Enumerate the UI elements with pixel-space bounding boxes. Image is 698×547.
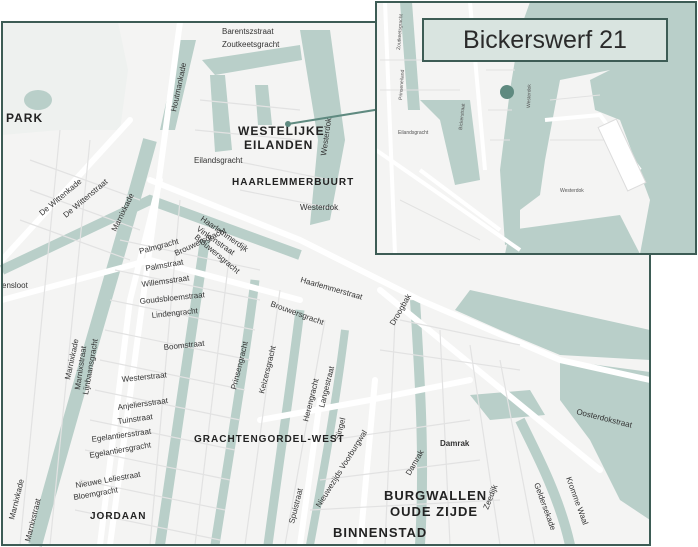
inset-street-label: Westerdok: [526, 84, 533, 109]
street-label: Damrak: [440, 439, 470, 448]
address-label: Bickerswerf 21: [463, 25, 627, 54]
street-label: Zoutkeetsgracht: [222, 40, 280, 49]
origin-dot: [285, 121, 291, 127]
district-label-grachtengordel-west: GRACHTENGORDEL-WEST: [194, 434, 345, 445]
district-label-binnenstad: BINNENSTAD: [333, 525, 427, 540]
map-canvas[interactable]: PARK WESTELIJKE EILANDEN HAARLEMMERBUURT…: [0, 0, 698, 547]
district-label-jordaan: JORDAAN: [90, 511, 146, 522]
district-label-oude-zijde: OUDE ZIJDE: [390, 504, 478, 519]
district-label-park: PARK: [6, 111, 43, 125]
district-label-eilanden: EILANDEN: [244, 138, 313, 152]
street-label: Westerdok: [300, 203, 339, 212]
park-pond: [24, 90, 52, 110]
street-label: Eilandsgracht: [194, 156, 243, 165]
address-callout: Bickerswerf 21: [422, 18, 668, 62]
district-label-haarlemmerbuurt: HAARLEMMERBUURT: [232, 177, 354, 188]
location-dot-icon[interactable]: [500, 85, 514, 99]
district-label-burgwallen: BURGWALLEN: [384, 488, 487, 503]
inset-street-label: Eilandsgracht: [398, 130, 429, 136]
street-label: ensloot: [2, 281, 29, 290]
street-label: Barentszstraat: [222, 27, 274, 36]
district-label-westelijke: WESTELIJKE: [238, 124, 325, 138]
inset-street-label: Westerdok: [560, 188, 584, 194]
